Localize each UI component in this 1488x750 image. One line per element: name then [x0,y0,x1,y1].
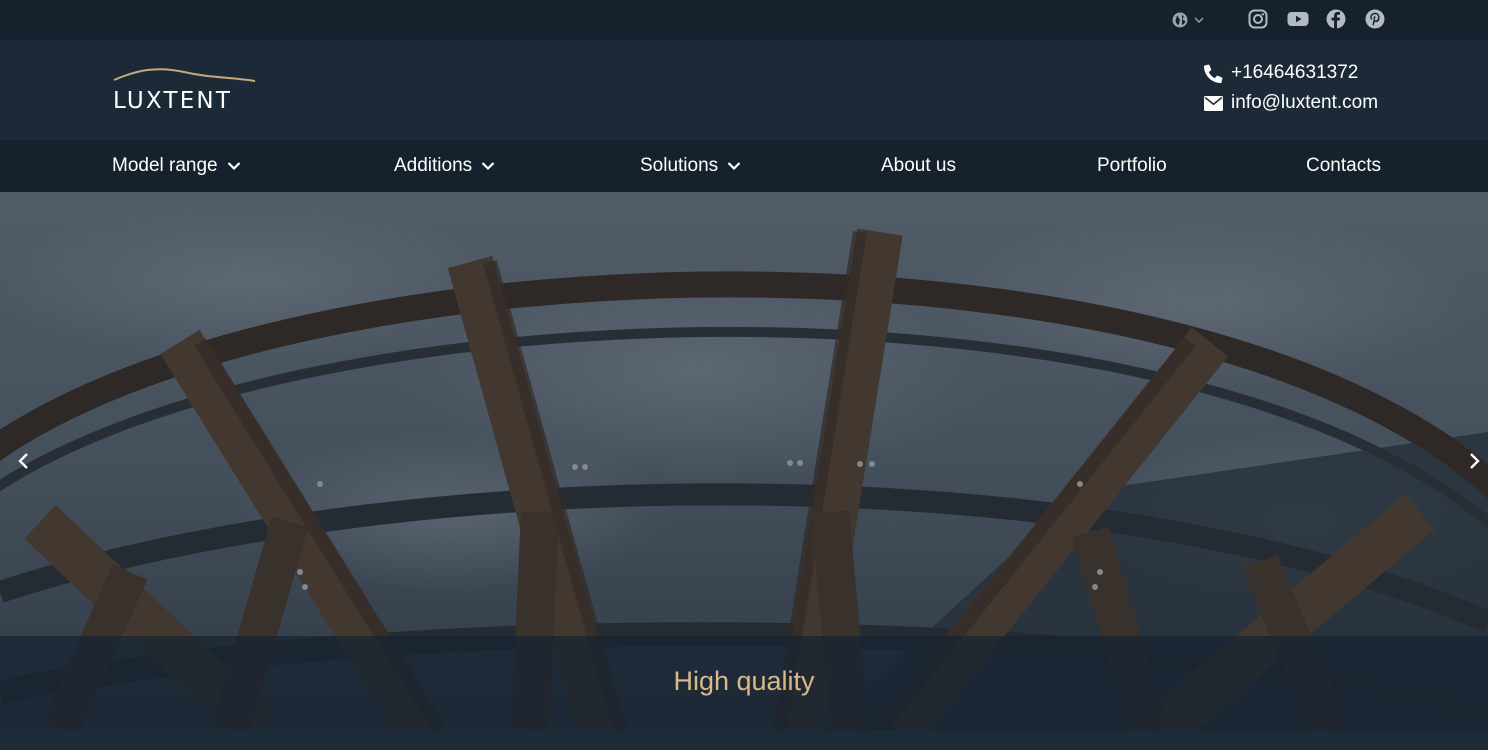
section-strip [0,730,1488,750]
nav-item-label: About us [881,155,956,176]
globe-icon [1172,12,1188,28]
phone-icon [1204,64,1223,83]
main-nav: Model range Additions Solutions About us… [0,140,1488,192]
nav-item-additions[interactable]: Additions [394,140,495,192]
chevron-down-icon [227,162,240,171]
slide-caption: High quality [673,666,815,696]
nav-item-label: Portfolio [1097,155,1167,176]
nav-item-label: Contacts [1306,155,1381,176]
email-address: info@luxtent.com [1231,92,1379,113]
slide-caption-bar: High quality [0,636,1488,730]
chevron-down-icon [1194,17,1204,23]
nav-item-label: Model range [112,155,218,176]
facebook-icon [1326,9,1346,29]
chevron-down-icon [481,162,495,171]
chevron-left-icon [18,453,28,469]
language-selector[interactable] [1172,10,1204,30]
top-bar [0,0,1488,40]
phone-number: +16464631372 [1231,62,1359,83]
social-links [1248,8,1385,30]
envelope-icon [1204,95,1223,111]
phone-link[interactable]: +16464631372 [1204,62,1358,84]
chevron-down-icon [727,162,741,171]
chevron-right-icon [1470,453,1480,469]
pinterest-link[interactable] [1365,8,1385,30]
facebook-link[interactable] [1326,8,1346,30]
youtube-icon [1287,12,1309,26]
nav-item-contacts[interactable]: Contacts [1306,140,1381,192]
pinterest-icon [1365,9,1385,29]
hero-slider: High quality [0,192,1488,730]
nav-item-model-range[interactable]: Model range [112,140,241,192]
instagram-icon [1248,9,1268,29]
nav-item-about-us[interactable]: About us [881,140,956,192]
nav-item-label: Additions [394,155,473,176]
site-header: LUXTENT +16464631372 info@luxtent.com [0,40,1488,140]
logo-arc [113,68,256,82]
logo-text: LUXTENT [113,88,233,114]
slider-prev-button[interactable] [13,450,35,472]
youtube-link[interactable] [1287,8,1309,30]
nav-item-label: Solutions [640,155,719,176]
email-link[interactable]: info@luxtent.com [1204,92,1378,114]
instagram-link[interactable] [1248,8,1268,30]
luxtent-logo[interactable]: LUXTENT [112,68,257,114]
nav-item-portfolio[interactable]: Portfolio [1097,140,1167,192]
nav-item-solutions[interactable]: Solutions [640,140,741,192]
slider-next-button[interactable] [1463,450,1485,472]
